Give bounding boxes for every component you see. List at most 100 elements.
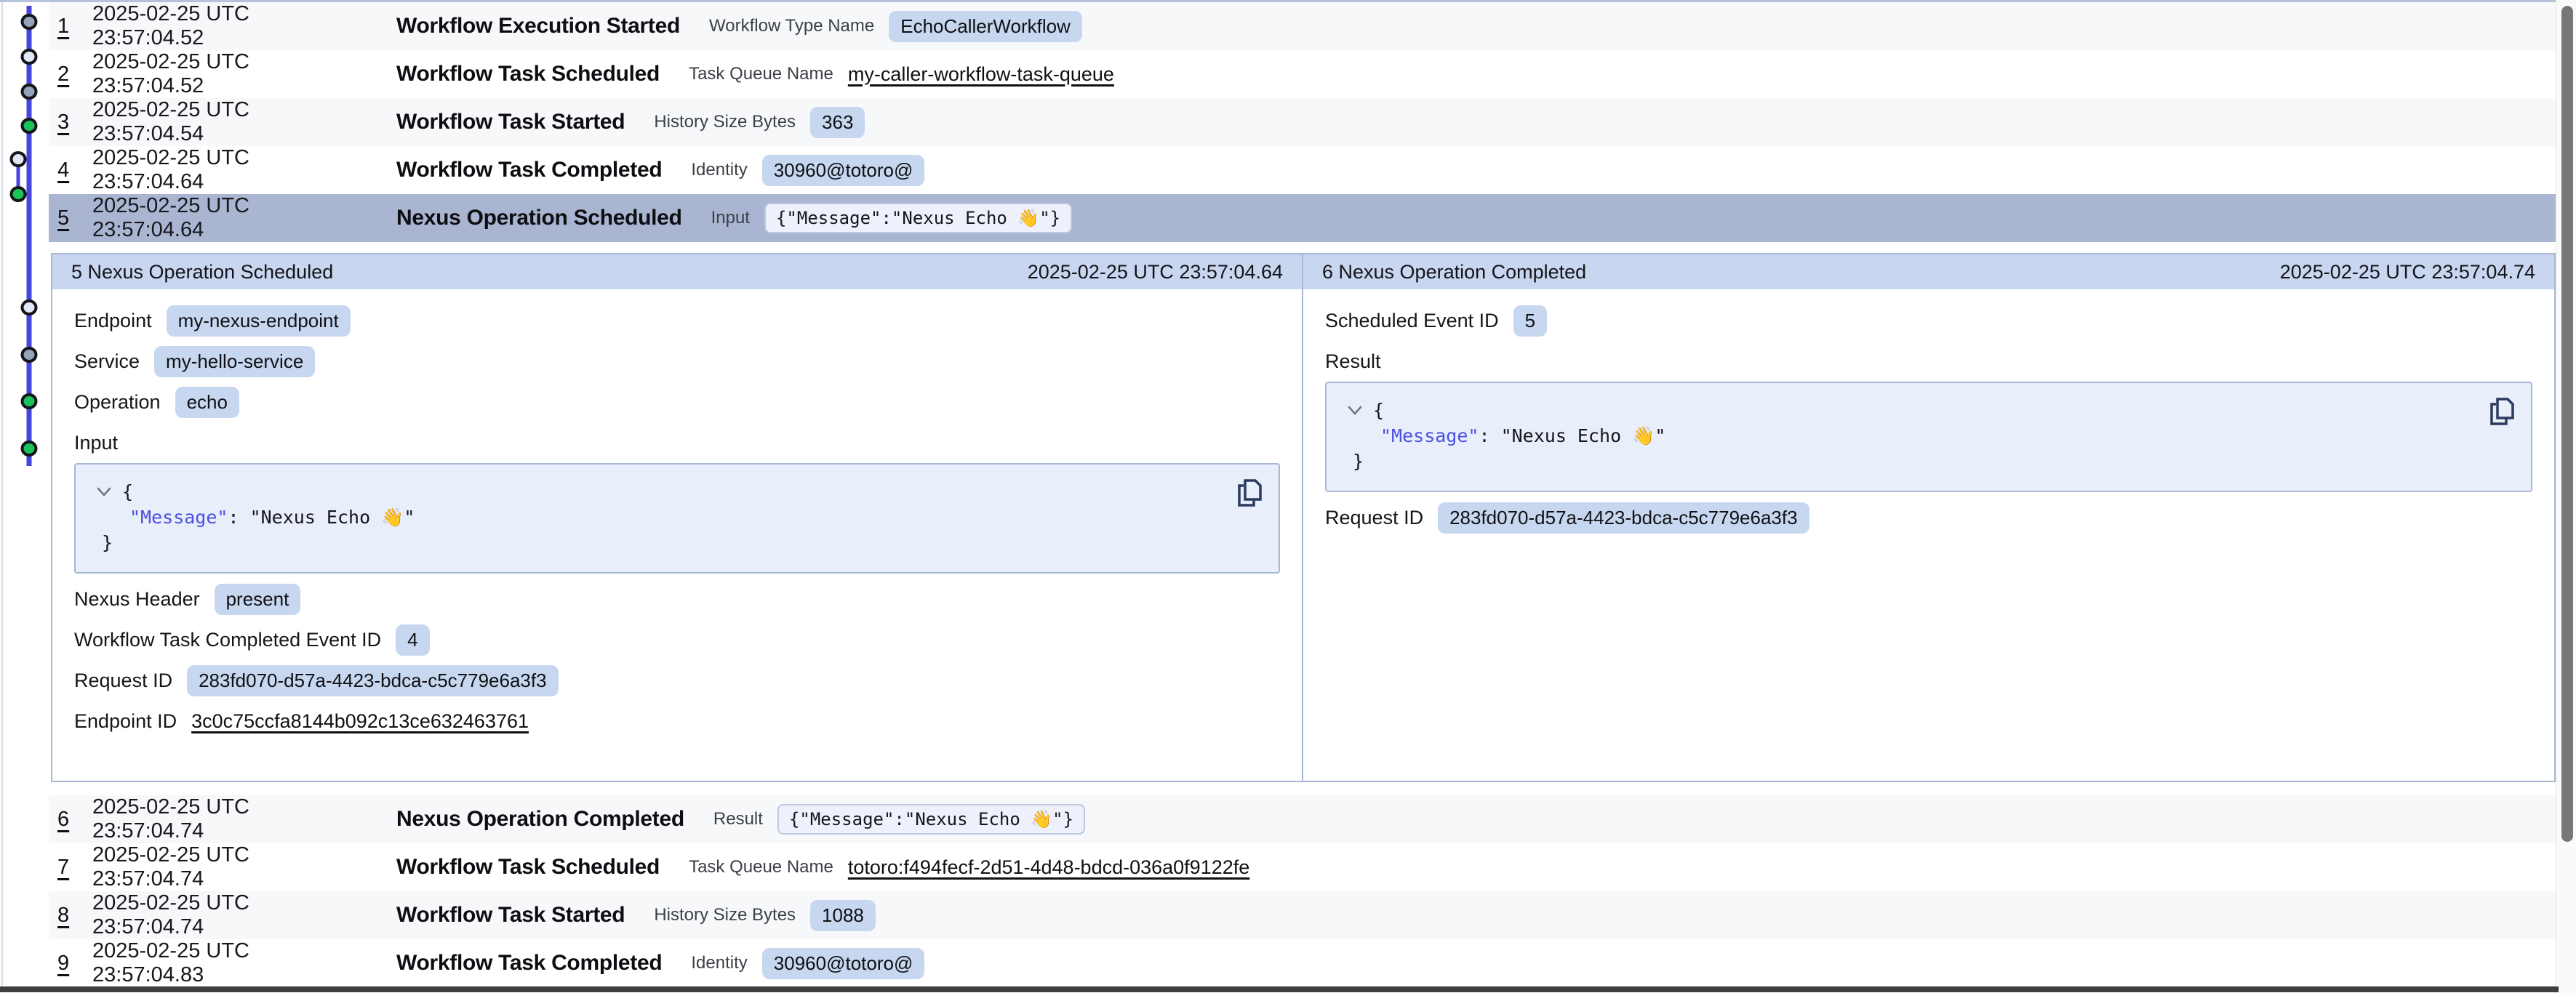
horizontal-scrollbar[interactable] bbox=[0, 986, 2559, 992]
event-row[interactable]: 1 2025-02-25 UTC 23:57:04.52 Workflow Exec… bbox=[49, 2, 2556, 50]
event-rows-top: 1 2025-02-25 UTC 23:57:04.52 Workflow Exec… bbox=[49, 2, 2556, 242]
detail-field: Request ID 283fd070-d57a-4423-bdca-c5c779… bbox=[74, 662, 1280, 699]
event-name: Workflow Task Completed bbox=[396, 158, 662, 182]
event-detail-panel-scheduled: 5 Nexus Operation Scheduled 2025-02-25 U… bbox=[52, 254, 1302, 781]
copy-icon[interactable] bbox=[1233, 476, 1264, 516]
event-id-link[interactable]: 4 bbox=[57, 158, 79, 182]
detail-field-label: Nexus Header bbox=[74, 588, 200, 611]
json-key: "Message" bbox=[129, 507, 228, 528]
json-value: "Nexus Echo 👋" bbox=[250, 507, 415, 528]
event-timeline-graph bbox=[0, 0, 51, 509]
event-timestamp: 2025-02-25 UTC 23:57:04.64 bbox=[92, 194, 360, 242]
event-detail-link[interactable]: totoro:f494fecf-2d51-4d48-bdcd-036a0f912… bbox=[848, 856, 1249, 879]
event-timestamp: 2025-02-25 UTC 23:57:04.74 bbox=[92, 891, 360, 939]
event-detail-label: History Size Bytes bbox=[654, 905, 796, 925]
event-id-link[interactable]: 1 bbox=[57, 15, 79, 39]
event-name: Workflow Task Completed bbox=[396, 951, 662, 976]
detail-field-badge: my-nexus-endpoint bbox=[167, 305, 351, 337]
timeline-event-dot-light[interactable] bbox=[23, 301, 36, 314]
detail-field-label: Scheduled Event ID bbox=[1325, 310, 1499, 332]
timeline-event-dot-green[interactable] bbox=[23, 119, 36, 132]
event-row[interactable]: 32025-02-25 UTC 23:57:04.54Workflow Task… bbox=[49, 98, 2556, 146]
detail-field-link[interactable]: 3c0c75ccfa8144b092c13ce632463761 bbox=[191, 710, 529, 733]
json-close-brace: } bbox=[1353, 451, 1364, 472]
event-detail-label: Identity bbox=[691, 953, 747, 973]
vertical-scrollbar[interactable] bbox=[2556, 0, 2576, 993]
event-detail-badge: EchoCallerWorkflow bbox=[889, 11, 1082, 42]
detail-field-badge: my-hello-service bbox=[154, 346, 315, 377]
detail-field: Endpoint my-nexus-endpoint bbox=[74, 302, 1280, 339]
json-line: } bbox=[96, 530, 1258, 555]
event-name: Workflow Task Scheduled bbox=[396, 855, 660, 880]
timeline-event-dot-gray[interactable] bbox=[23, 348, 36, 361]
json-open-brace: { bbox=[1373, 400, 1384, 421]
json-line: { bbox=[96, 479, 1258, 504]
event-timestamp: 2025-02-25 UTC 23:57:04.52 bbox=[92, 2, 360, 50]
event-detail-payload-chip: {"Message":"Nexus Echo 👋"} bbox=[777, 804, 1085, 835]
detail-field-label: Workflow Task Completed Event ID bbox=[74, 629, 381, 651]
event-row[interactable]: 8 2025-02-25 UTC 23:57:04.74 Workflow Task… bbox=[49, 891, 2556, 939]
panel-body: Scheduled Event ID5Result{"Message": "Ne… bbox=[1303, 289, 2554, 540]
event-name: Workflow Task Started bbox=[396, 903, 625, 928]
event-id-link[interactable]: 3 bbox=[57, 110, 79, 134]
detail-field-label: Operation bbox=[74, 391, 161, 414]
json-key: "Message" bbox=[1380, 425, 1479, 446]
event-rows-bottom: 6 2025-02-25 UTC 23:57:04.74 Nexus Operati… bbox=[49, 795, 2556, 987]
event-detail-panels: 5 Nexus Operation Scheduled 2025-02-25 U… bbox=[51, 253, 2556, 782]
detail-field-label: Endpoint bbox=[74, 310, 152, 332]
timeline-event-dot-green[interactable] bbox=[23, 395, 36, 408]
timeline-event-dot-green[interactable] bbox=[12, 188, 25, 201]
event-id-link[interactable]: 6 bbox=[57, 808, 79, 832]
vertical-scrollbar-thumb[interactable] bbox=[2561, 6, 2573, 842]
event-id-link[interactable]: 2 bbox=[57, 63, 79, 87]
event-id-link[interactable]: 9 bbox=[57, 952, 79, 976]
event-timestamp: 2025-02-25 UTC 23:57:04.74 bbox=[92, 843, 360, 891]
timeline-event-dot-green[interactable] bbox=[23, 442, 36, 455]
event-row[interactable]: 5 2025-02-25 UTC 23:57:04.64 Nexus Operati… bbox=[49, 194, 2556, 242]
detail-field-badge: 283fd070-d57a-4423-bdca-c5c779e6a3f3 bbox=[187, 665, 559, 696]
event-name: Workflow Execution Started bbox=[396, 14, 680, 39]
copy-icon[interactable] bbox=[2486, 395, 2516, 435]
timeline-event-dot-light[interactable] bbox=[12, 153, 25, 166]
detail-field: Workflow Task Completed Event ID4 bbox=[74, 622, 1280, 658]
detail-field-label: Request ID bbox=[1325, 507, 1423, 529]
panel-title: 6 Nexus Operation Completed bbox=[1322, 261, 1586, 284]
event-detail-link[interactable]: my-caller-workflow-task-queue bbox=[848, 63, 1114, 86]
detail-field: Nexus Headerpresent bbox=[74, 581, 1280, 617]
detail-field: Endpoint ID3c0c75ccfa8144b092c13ce632463… bbox=[74, 703, 1280, 739]
payload-section-label: Result bbox=[1325, 350, 2532, 373]
chevron-down-icon[interactable] bbox=[1347, 398, 1363, 423]
json-colon: : bbox=[1479, 425, 1500, 446]
json-line: } bbox=[1347, 449, 2511, 474]
event-name: Nexus Operation Completed bbox=[396, 807, 684, 832]
event-name: Nexus Operation Scheduled bbox=[396, 206, 682, 230]
event-id-link[interactable]: 8 bbox=[57, 904, 79, 928]
event-detail-label: History Size Bytes bbox=[654, 112, 796, 132]
payload-json-block: { "Message": "Nexus Echo 👋"} bbox=[74, 463, 1280, 574]
detail-field-label: Request ID bbox=[74, 670, 172, 692]
timeline-event-dot-gray[interactable] bbox=[23, 85, 36, 98]
event-id-link[interactable]: 5 bbox=[57, 206, 79, 230]
event-row[interactable]: 92025-02-25 UTC 23:57:04.83Workflow Task… bbox=[49, 939, 2556, 987]
payload-json-block: {"Message": "Nexus Echo 👋"} bbox=[1325, 382, 2532, 492]
payload-section-label: Input bbox=[74, 432, 1280, 454]
event-row[interactable]: 22025-02-25 UTC 23:57:04.52Workflow Task… bbox=[49, 50, 2556, 98]
event-row[interactable]: 7 2025-02-25 UTC 23:57:04.74 Workflow Task… bbox=[49, 843, 2556, 891]
json-line: { bbox=[1347, 398, 2511, 423]
event-timestamp: 2025-02-25 UTC 23:57:04.54 bbox=[92, 98, 360, 146]
json-colon: : bbox=[228, 507, 249, 528]
event-detail-label: Input bbox=[711, 208, 750, 228]
detail-field-badge: 5 bbox=[1513, 305, 1547, 337]
workflow-event-history-view: 1 2025-02-25 UTC 23:57:04.52 Workflow Exec… bbox=[0, 0, 2576, 993]
event-id-link[interactable]: 7 bbox=[57, 856, 79, 880]
panel-body: Endpoint my-nexus-endpoint Service my-hello… bbox=[52, 289, 1302, 744]
detail-field-label: Service bbox=[74, 350, 140, 373]
timeline-event-dot-light[interactable] bbox=[23, 50, 36, 63]
chevron-down-icon[interactable] bbox=[96, 479, 112, 504]
panel-title: 5 Nexus Operation Scheduled bbox=[71, 261, 333, 284]
timeline-event-dot-gray[interactable] bbox=[23, 15, 36, 28]
detail-field-badge: 283fd070-d57a-4423-bdca-c5c779e6a3f3 bbox=[1438, 502, 1809, 534]
event-detail-label: Result bbox=[713, 809, 763, 829]
event-row[interactable]: 42025-02-25 UTC 23:57:04.64Workflow Task… bbox=[49, 146, 2556, 194]
event-row[interactable]: 62025-02-25 UTC 23:57:04.74Nexus Operati… bbox=[49, 795, 2556, 843]
